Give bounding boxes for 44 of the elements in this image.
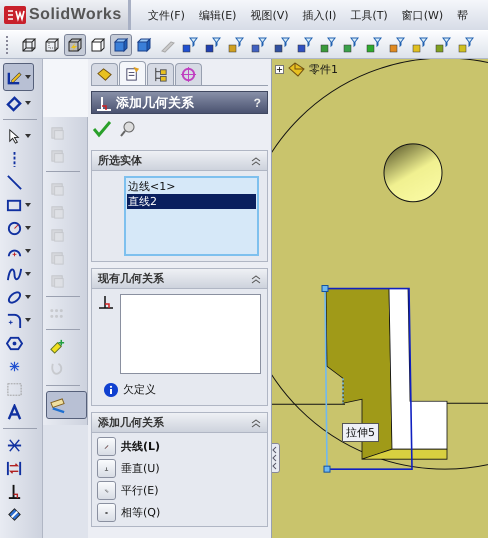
collapse-icon[interactable]: [251, 274, 261, 284]
logo-icon: [4, 6, 26, 24]
menu-item[interactable]: 工具(T): [343, 8, 395, 22]
perpendicular-icon[interactable]: [97, 459, 116, 478]
status-text: 欠定义: [123, 382, 156, 397]
section-title: 所选实体: [98, 153, 142, 168]
menu-item[interactable]: 文件(F): [141, 8, 192, 22]
menu-item[interactable]: 视图(V): [243, 8, 296, 22]
relation-label[interactable]: 共线(L): [121, 439, 160, 454]
panel-title: 添加几何关系: [116, 94, 195, 112]
list-item[interactable]: 边线<1>: [127, 179, 256, 194]
perpendicular-icon: [96, 94, 112, 110]
expand-toggle[interactable]: [275, 65, 284, 74]
info-icon: [104, 382, 118, 396]
parallel-lines-icon[interactable]: [97, 481, 116, 500]
section-title: 添加几何关系: [98, 415, 164, 430]
menu-item[interactable]: 帮: [450, 8, 476, 22]
sketch-icon[interactable]: [3, 63, 34, 91]
relation-label[interactable]: 平行(E): [121, 483, 159, 498]
perpendicular-icon: [98, 294, 114, 310]
list-item[interactable]: 直线2: [127, 194, 256, 209]
collapse-icon[interactable]: [251, 418, 261, 428]
property-tab-icon[interactable]: [119, 61, 146, 85]
app-title: SolidWorks: [29, 6, 122, 24]
menu-item[interactable]: 窗口(W): [394, 8, 450, 22]
target-tab-icon[interactable]: [175, 63, 202, 85]
tooltip: 拉伸5: [342, 423, 379, 442]
menu-item[interactable]: 插入(I): [296, 8, 344, 22]
relation-label[interactable]: 相等(Q): [121, 505, 160, 520]
part-icon: [288, 62, 305, 77]
collapse-icon[interactable]: [251, 156, 261, 166]
menu-item[interactable]: 编辑(E): [192, 8, 244, 22]
help-button[interactable]: ?: [252, 96, 263, 110]
checkmark-icon[interactable]: [93, 120, 111, 138]
equals-icon[interactable]: [97, 503, 116, 522]
section-title: 现有几何关系: [98, 271, 164, 286]
collapse-handle[interactable]: [272, 443, 280, 473]
relations-list[interactable]: [120, 294, 261, 374]
relation-label[interactable]: 垂直(U): [121, 461, 160, 476]
tree-item[interactable]: 零件1: [309, 62, 338, 77]
ruler-icon[interactable]: [46, 391, 87, 419]
config-tab-icon[interactable]: [147, 63, 174, 85]
feature-tab-icon[interactable]: [91, 63, 118, 85]
selection-list[interactable]: 边线<1> 直线2: [124, 176, 259, 256]
